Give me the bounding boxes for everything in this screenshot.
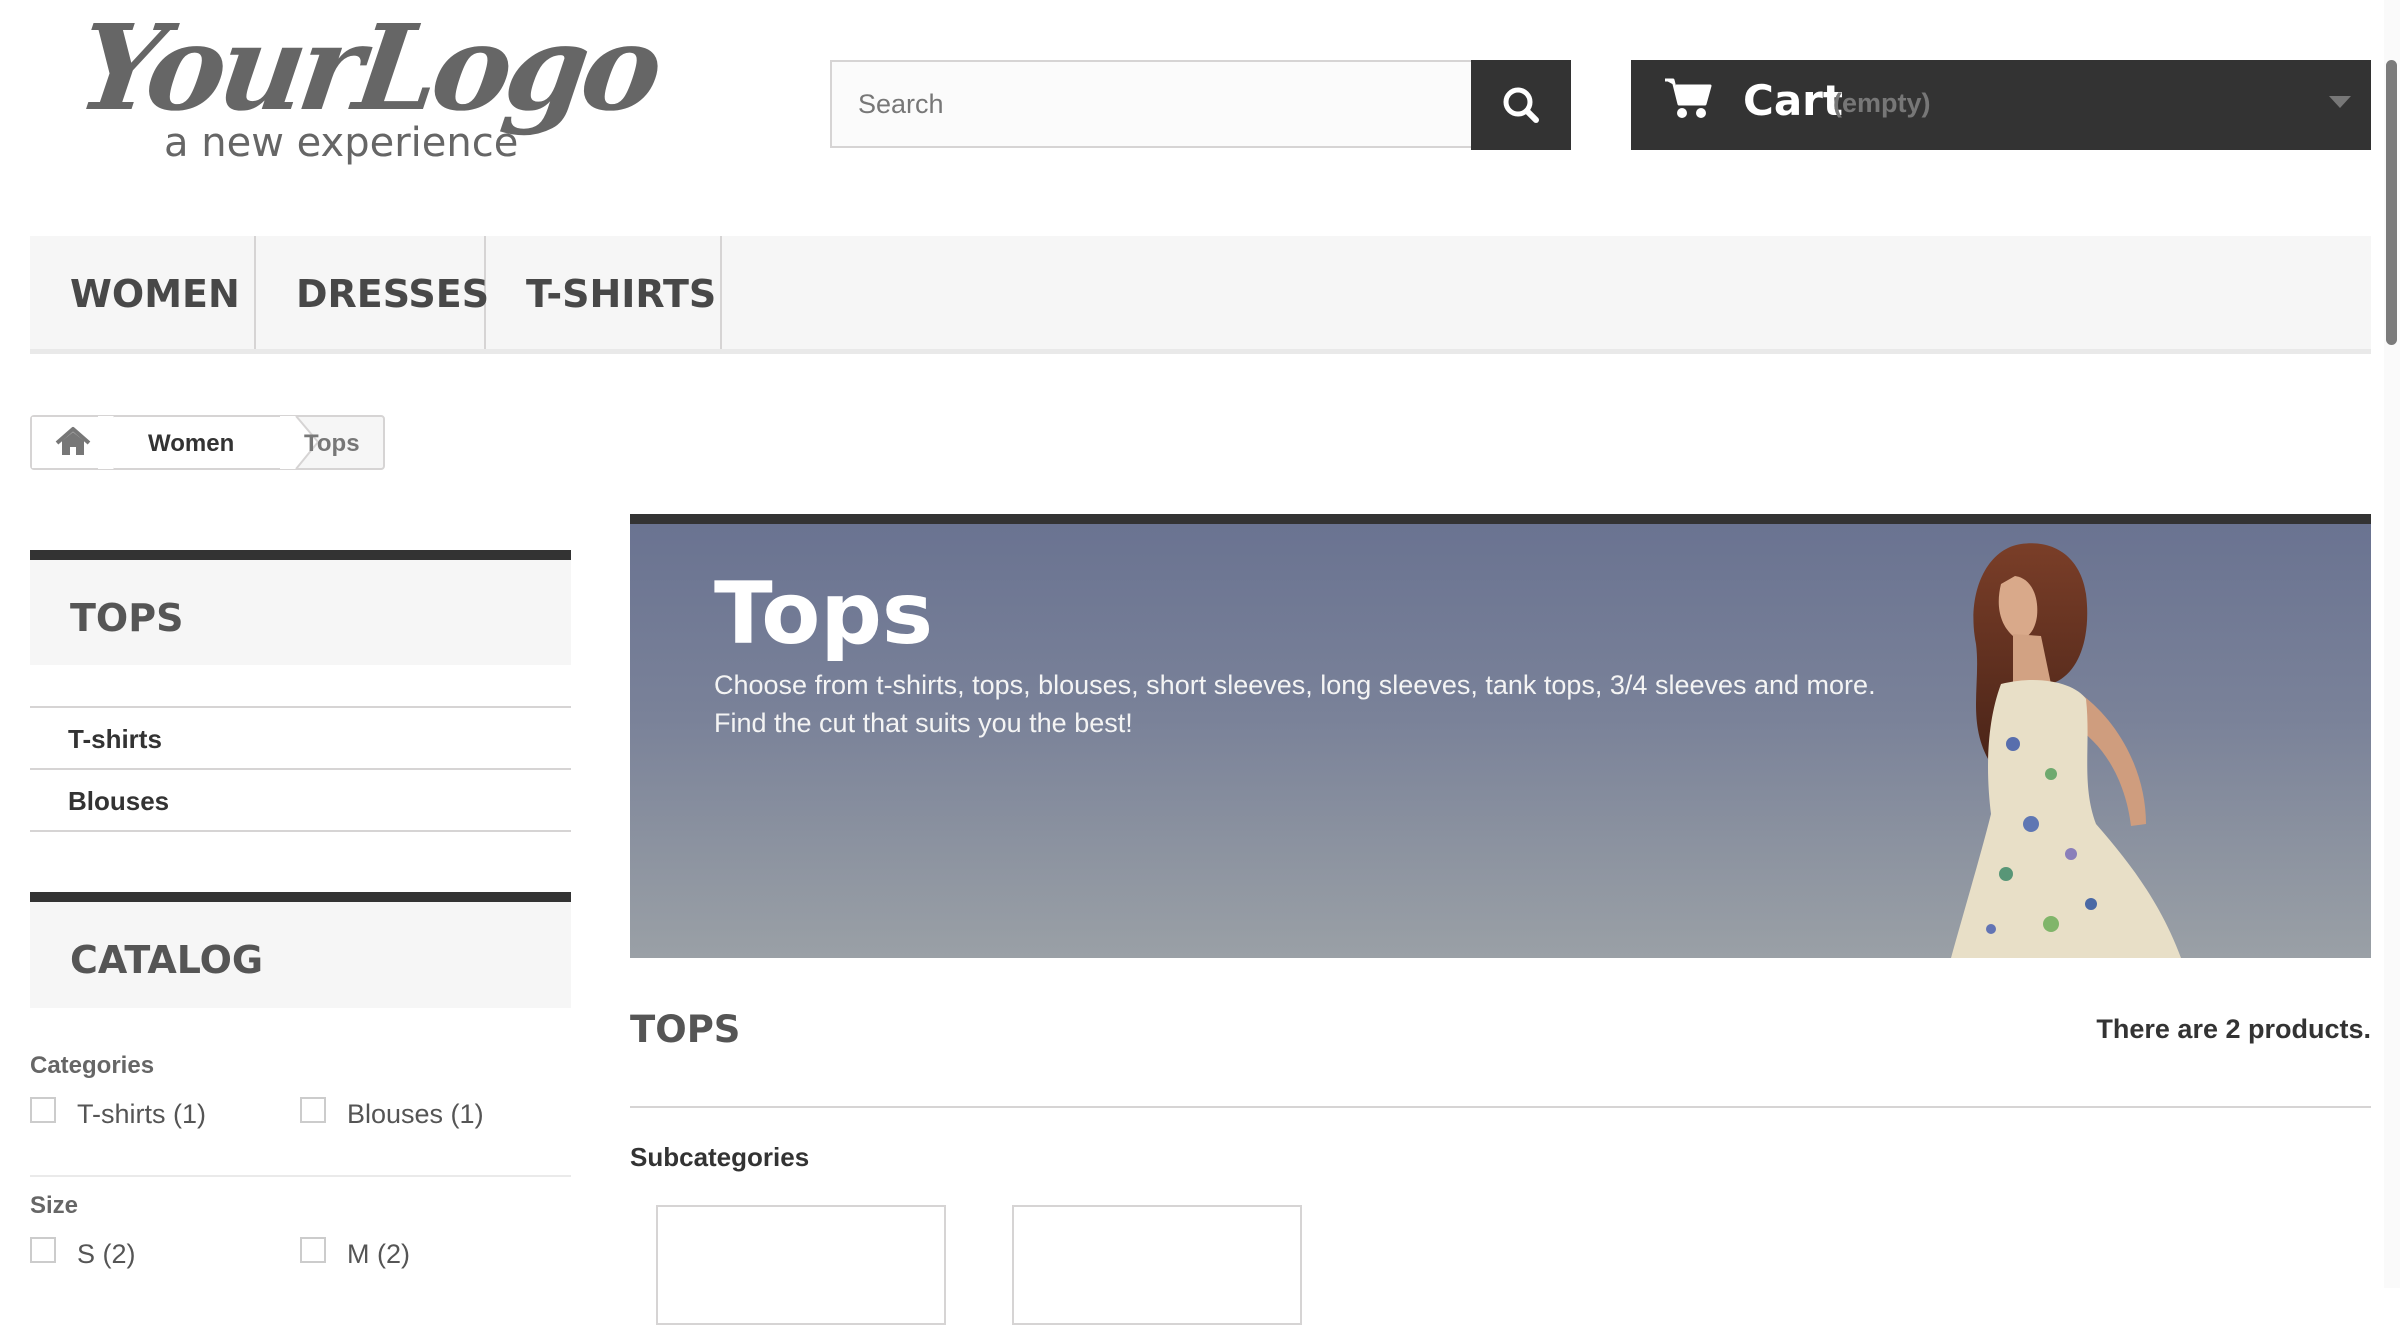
filter-divider bbox=[30, 1175, 571, 1177]
filter-title-size: Size bbox=[30, 1192, 79, 1219]
menu-item-label: T-SHIRTS bbox=[526, 272, 717, 316]
filter-checkbox-blouses[interactable] bbox=[300, 1097, 326, 1123]
menu-item-label: WOMEN bbox=[70, 272, 240, 316]
sidebar-item-t-shirts[interactable]: T-shirts bbox=[30, 706, 571, 768]
logo-script-text: YourLogo bbox=[70, 0, 666, 137]
filter-checkbox-size-s[interactable] bbox=[30, 1237, 56, 1263]
menu-item-dresses[interactable]: DRESSES bbox=[256, 236, 490, 349]
top-menu: WOMEN DRESSES T-SHIRTS bbox=[30, 236, 2371, 354]
heading-divider bbox=[630, 1106, 2371, 1108]
search-input[interactable] bbox=[832, 62, 1471, 146]
filter-label-t-shirts[interactable]: T-shirts (1) bbox=[77, 1099, 206, 1130]
sidebar-categories-title: TOPS bbox=[70, 596, 184, 640]
site-logo[interactable]: YourLogo a new experience bbox=[70, 0, 665, 178]
menu-item-t-shirts[interactable]: T-SHIRTS bbox=[486, 236, 722, 349]
menu-item-label: DRESSES bbox=[296, 272, 490, 316]
breadcrumb-label: Women bbox=[148, 430, 235, 457]
filter-title-categories: Categories bbox=[30, 1052, 155, 1079]
banner-description-line2: Find the cut that suits you the best! bbox=[714, 708, 1133, 738]
catalog-heading: CATALOG bbox=[30, 892, 571, 1008]
sidebar-item-label: Blouses bbox=[68, 786, 170, 816]
breadcrumb-item-women[interactable]: Women bbox=[114, 417, 296, 468]
filter-label-size-m[interactable]: M (2) bbox=[347, 1239, 410, 1270]
subcategories-title: Subcategories bbox=[630, 1142, 810, 1172]
cart-icon bbox=[1665, 78, 1712, 118]
filter-checkbox-size-m[interactable] bbox=[300, 1237, 326, 1263]
category-heading: TOPS bbox=[630, 1008, 741, 1051]
product-count: There are 2 products. bbox=[2096, 1014, 2371, 1044]
subcategory-card[interactable] bbox=[1012, 1205, 1302, 1325]
filter-label-size-s[interactable]: S (2) bbox=[77, 1239, 136, 1270]
scrollbar-thumb[interactable] bbox=[2386, 60, 2397, 345]
sidebar-categories-heading[interactable]: TOPS bbox=[30, 550, 571, 665]
chevron-down-icon bbox=[2329, 96, 2351, 108]
cart-button[interactable]: Cart (empty) bbox=[1631, 60, 2371, 150]
filter-label-blouses[interactable]: Blouses (1) bbox=[347, 1099, 484, 1130]
sidebar-item-label: T-shirts bbox=[68, 724, 162, 754]
filter-checkbox-t-shirts[interactable] bbox=[30, 1097, 56, 1123]
category-banner: Tops Choose from t-shirts, tops, blouses… bbox=[630, 514, 2371, 958]
catalog-title: CATALOG bbox=[70, 938, 264, 982]
breadcrumb-current: Tops bbox=[304, 430, 360, 457]
banner-description-line1: Choose from t-shirts, tops, blouses, sho… bbox=[714, 670, 1876, 700]
search-icon bbox=[1503, 87, 1539, 123]
logo-tagline: a new experience bbox=[164, 120, 519, 166]
sidebar-item-blouses[interactable]: Blouses bbox=[30, 768, 571, 832]
search-button[interactable] bbox=[1471, 60, 1571, 150]
breadcrumb: Women Tops bbox=[30, 415, 385, 470]
banner-title: Tops bbox=[714, 564, 934, 664]
search-box bbox=[830, 60, 1473, 148]
subcategory-card[interactable] bbox=[656, 1205, 946, 1325]
cart-label: Cart bbox=[1743, 76, 1843, 125]
cart-status: (empty) bbox=[1833, 88, 1931, 118]
menu-item-women[interactable]: WOMEN bbox=[30, 236, 256, 349]
banner-model-image bbox=[1951, 543, 2181, 958]
